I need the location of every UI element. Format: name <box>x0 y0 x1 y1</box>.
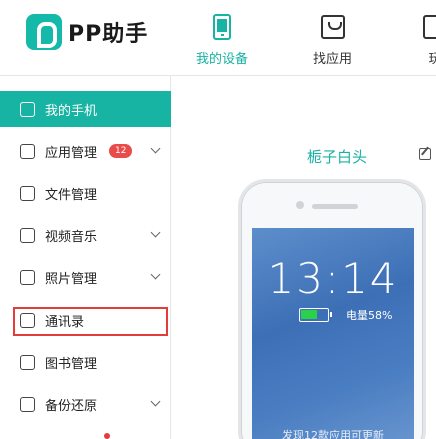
sidebar-item-label: 文件管理 <box>45 187 98 203</box>
sidebar-item-label: 图书管理 <box>45 356 98 372</box>
chevron-down-icon[interactable] <box>150 143 161 154</box>
tab-my-device[interactable]: 我的设备 <box>196 10 248 67</box>
tab-my-device-label: 我的设备 <box>196 52 249 67</box>
app-icon <box>20 143 35 159</box>
contacts-highlight-box <box>13 307 168 336</box>
notification-dot <box>104 433 110 439</box>
sidebar-item-video-music[interactable]: 视频音乐 <box>0 217 171 253</box>
tab-play[interactable]: 玩 <box>423 10 436 67</box>
sidebar-item-file-management[interactable]: 文件管理 <box>0 175 171 211</box>
shopping-bag-icon <box>320 15 345 39</box>
play-icon <box>20 227 35 243</box>
phone-icon <box>20 101 35 117</box>
sidebar-item-book-management[interactable]: 图书管理 <box>0 344 171 380</box>
app-window: PP助手 我的设备 找应用 玩 我的手机 应用管理 12 文件管理 视频音乐 照… <box>0 0 436 439</box>
game-icon <box>423 15 436 39</box>
pp-logo-icon <box>26 14 62 50</box>
chevron-down-icon[interactable] <box>150 269 161 280</box>
edit-icon[interactable] <box>419 148 431 160</box>
sidebar-item-label: 应用管理 <box>45 145 98 161</box>
book-icon <box>20 354 35 370</box>
camera-icon <box>296 201 304 209</box>
tab-find-apps[interactable]: 找应用 <box>313 10 352 67</box>
phone-icon <box>213 14 231 40</box>
update-count-badge: 12 <box>109 144 133 158</box>
sidebar-item-photo-management[interactable]: 照片管理 <box>0 259 171 295</box>
sidebar-item-label: 视频音乐 <box>45 229 98 245</box>
battery-icon <box>299 308 332 322</box>
main-panel: 栀子白头 13:14 电量58% 发现12款应用可更新 <box>172 77 436 439</box>
sidebar: 我的手机 应用管理 12 文件管理 视频音乐 照片管理 通讯录 图书管理 备份还… <box>0 76 171 439</box>
sidebar-item-app-management[interactable]: 应用管理 12 <box>0 133 171 169</box>
lock-time: 13:14 <box>267 254 399 303</box>
logo: PP助手 <box>26 14 148 50</box>
sidebar-item-label: 我的手机 <box>45 103 98 119</box>
lock-screen: 13:14 电量58% 发现12款应用可更新 <box>252 228 414 439</box>
sidebar-item-my-phone[interactable]: 我的手机 <box>0 91 171 127</box>
sidebar-item-label: 照片管理 <box>45 271 98 287</box>
tab-find-apps-label: 找应用 <box>313 52 353 67</box>
device-preview: 13:14 电量58% 发现12款应用可更新 <box>238 179 426 439</box>
sidebar-item-label: 备份还原 <box>45 398 98 414</box>
photo-icon <box>20 269 35 285</box>
sidebar-item-backup-restore[interactable]: 备份还原 <box>0 386 171 422</box>
device-name: 栀子白头 <box>307 148 368 166</box>
battery-label: 电量58% <box>346 309 393 322</box>
top-bar: PP助手 我的设备 找应用 玩 <box>0 0 436 76</box>
chevron-down-icon[interactable] <box>150 227 161 238</box>
speaker-grille <box>312 204 358 209</box>
backup-icon <box>20 396 35 412</box>
folder-icon <box>20 185 35 201</box>
update-notice[interactable]: 发现12款应用可更新 <box>252 427 414 439</box>
chevron-down-icon[interactable] <box>150 396 161 407</box>
tab-play-label: 玩 <box>428 52 436 67</box>
logo-text: PP助手 <box>68 22 149 47</box>
